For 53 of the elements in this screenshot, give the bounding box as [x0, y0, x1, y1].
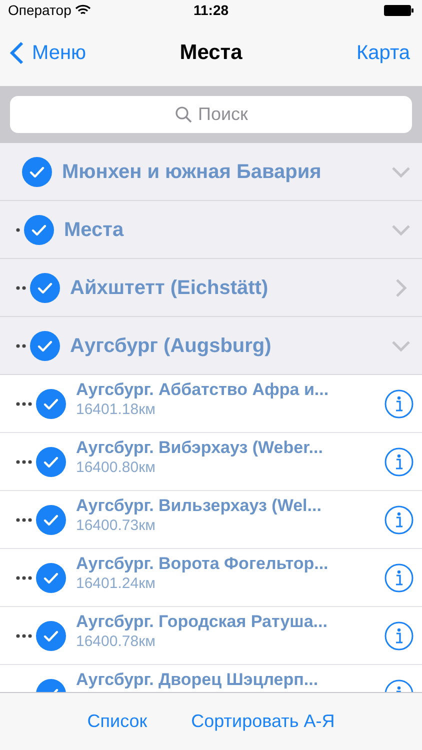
back-button[interactable]: Меню	[10, 38, 86, 68]
group-row[interactable]: Айхштетт (Eichstätt)	[0, 259, 422, 317]
group-row[interactable]: Мюнхен и южная Бавария	[0, 143, 422, 201]
depth-dots-icon	[16, 518, 34, 522]
place-title: Аугсбург. Вильзерхауз (Wel...	[76, 496, 322, 516]
group-title: Мюнхен и южная Бавария	[62, 160, 322, 184]
toolbar-button[interactable]: Сортировать А-Я	[191, 708, 335, 735]
checked-circle-icon[interactable]	[36, 620, 66, 650]
distance-text: 16401.18км	[76, 400, 156, 420]
map-button[interactable]: Карта	[356, 38, 412, 68]
group-row[interactable]: Аугсбург (Augsburg)	[0, 317, 422, 375]
depth-dots-icon	[16, 634, 34, 638]
info-icon[interactable]	[384, 504, 414, 534]
info-icon[interactable]	[384, 388, 414, 418]
depth-dots-icon	[16, 344, 28, 348]
group-title: Айхштетт (Eichstätt)	[70, 276, 270, 300]
battery-icon	[384, 4, 414, 16]
search-field[interactable]: Поиск	[10, 96, 412, 133]
group-title: Места	[64, 218, 125, 242]
place-title: Аугсбург. Ворота Фогельтор...	[76, 554, 330, 574]
distance-text: 16400.73км	[76, 516, 156, 536]
back-chevron-icon	[10, 41, 24, 65]
checked-circle-icon[interactable]	[30, 272, 60, 302]
checked-circle-icon[interactable]	[36, 562, 66, 592]
checked-circle-icon[interactable]	[36, 504, 66, 534]
info-icon[interactable]	[384, 620, 414, 650]
group-row[interactable]: Места	[0, 201, 422, 259]
distance-text: 16401.24км	[76, 574, 156, 594]
checked-circle-icon[interactable]	[30, 330, 60, 360]
place-title: Аугсбург. Аббатство Афра и...	[76, 380, 330, 400]
checked-circle-icon[interactable]	[24, 214, 54, 244]
wifi-icon	[75, 4, 92, 16]
distance-text: 16400.78км	[76, 632, 156, 652]
checked-circle-icon[interactable]	[22, 156, 52, 186]
carrier-text: Оператор	[8, 0, 72, 20]
checked-circle-icon[interactable]	[36, 388, 66, 418]
depth-dots-icon	[16, 576, 34, 580]
place-title: Аугсбург. Дворец Шэцлерп...	[76, 670, 320, 690]
checked-circle-icon[interactable]	[36, 446, 66, 476]
group-title: Аугсбург (Augsburg)	[70, 334, 272, 358]
info-icon[interactable]	[384, 562, 414, 592]
depth-dots-icon	[16, 286, 28, 290]
place-title: Аугсбург. Вибэрхауз (Weber...	[76, 438, 324, 458]
depth-dots-icon	[16, 228, 22, 232]
depth-dots-icon	[16, 402, 34, 406]
depth-dots-icon	[16, 460, 34, 464]
info-icon[interactable]	[384, 446, 414, 476]
place-title: Аугсбург. Городская Ратуша...	[76, 612, 328, 632]
search-icon	[175, 106, 193, 124]
time-text: 11:28	[193, 0, 229, 20]
distance-text: 16400.80км	[76, 458, 156, 478]
nav-title: Места	[180, 40, 242, 66]
toolbar-button[interactable]: Список	[87, 708, 148, 735]
